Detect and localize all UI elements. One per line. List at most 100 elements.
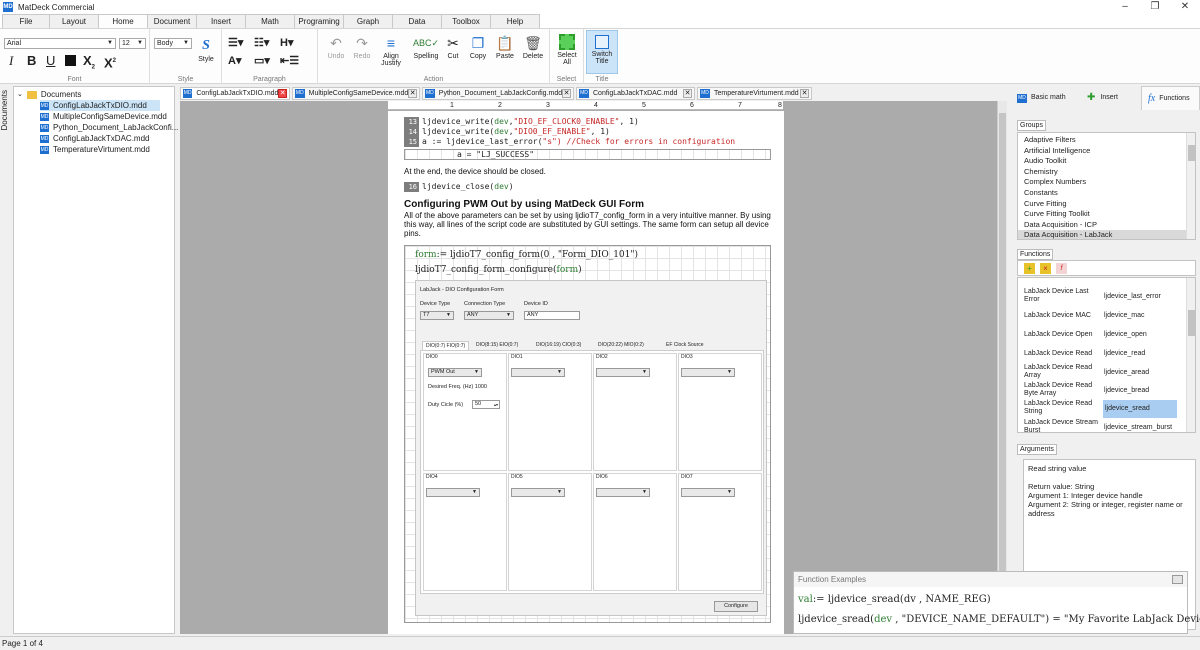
tab-programing[interactable]: Programing — [294, 14, 344, 28]
minimize-icon[interactable]: – — [1110, 0, 1140, 14]
dio0-mode-select[interactable]: PWM Out ▼ — [428, 368, 482, 377]
dio-mode-select[interactable]: ▼ — [681, 368, 735, 377]
font-size-select[interactable]: 12 ▼ — [119, 38, 146, 49]
subscript-icon[interactable]: X2 — [83, 54, 95, 75]
heading-icon[interactable]: H▾ — [280, 36, 293, 50]
math-region[interactable]: form:= ljdioT7_config_form(0 , "Form_DIO… — [404, 245, 771, 623]
tree-file[interactable]: MD TemperatureVirtument.mdd — [40, 144, 150, 155]
close-icon[interactable]: ✕ — [1170, 0, 1200, 14]
scrollbar-thumb[interactable] — [1188, 310, 1195, 336]
dio-mode-select[interactable]: ▼ — [596, 488, 650, 497]
formula-line[interactable]: ljdioT7_config_form_configure(form) — [415, 265, 582, 275]
add-function-icon[interactable]: + — [1024, 263, 1035, 274]
code-line[interactable]: 13 ljdevice_write(dev,"DIO_EF_CLOCK0_ENAB… — [404, 117, 639, 127]
tab-insert-panel[interactable]: ✚ Insert — [1087, 86, 1137, 110]
cut-button[interactable]: ✂ Cut — [442, 35, 464, 60]
panel-toggle-icon[interactable] — [1172, 575, 1183, 584]
group-item[interactable]: Curve Fitting Toolkit — [1024, 209, 1090, 219]
vertical-scrollbar[interactable] — [997, 101, 1007, 634]
groups-list[interactable]: Adaptive Filters Artificial Intelligence… — [1017, 132, 1196, 240]
group-item[interactable]: Artificial Intelligence — [1024, 146, 1090, 156]
code-line[interactable]: 16 ljdevice_close(dev) — [404, 182, 514, 192]
function-name[interactable]: LabJack Device Read Byte Array — [1024, 382, 1104, 398]
group-item[interactable]: Audio Toolkit — [1024, 156, 1066, 166]
tab-data[interactable]: Data — [392, 14, 442, 28]
remove-function-icon[interactable]: × — [1040, 263, 1051, 274]
duty-input[interactable]: 50 ▴▾ — [472, 400, 500, 409]
style-button[interactable]: S Style — [194, 38, 218, 63]
group-item[interactable]: Curve Fitting — [1024, 199, 1067, 209]
switch-title-button[interactable]: Switch Title — [586, 30, 618, 74]
doc-tab[interactable]: MD MultipleConfigSameDevice.mdd ✕ — [292, 87, 420, 100]
tab-home[interactable]: Home — [98, 14, 148, 28]
tree-file[interactable]: MD Python_Document_LabJackConfi... — [40, 122, 178, 133]
function-id[interactable]: ljdevice_bread — [1104, 387, 1149, 395]
close-icon[interactable]: ✕ — [683, 89, 692, 98]
functions-list[interactable]: LabJack Device Last Error ljdevice_last_… — [1017, 277, 1196, 433]
function-id[interactable]: ljdevice_stream_burst — [1104, 424, 1172, 432]
indent-icon[interactable]: ⇤☰ — [280, 54, 299, 68]
superscript-icon[interactable]: X2 — [104, 54, 116, 70]
close-icon[interactable]: ✕ — [278, 89, 287, 98]
underline-icon[interactable]: U — [46, 54, 55, 68]
tree-file[interactable]: MD ConfigLabJackTxDIO.mdd — [40, 100, 160, 111]
tab-graph[interactable]: Graph — [343, 14, 393, 28]
function-id[interactable]: ljdevice_mac — [1104, 312, 1144, 320]
spinner-icon[interactable]: ▴▾ — [494, 401, 498, 408]
select-all-button[interactable]: Select All — [553, 34, 581, 66]
tab-insert[interactable]: Insert — [196, 14, 246, 28]
configure-button[interactable]: Configure — [714, 601, 758, 612]
function-id[interactable]: ljdevice_last_error — [1104, 293, 1161, 301]
paste-button[interactable]: 📋 Paste — [492, 35, 518, 60]
groups-scrollbar[interactable] — [1186, 133, 1195, 239]
tab-math[interactable]: Math — [245, 14, 295, 28]
function-id[interactable]: ljdevice_open — [1104, 331, 1147, 339]
spelling-button[interactable]: ABC✓ Spelling — [412, 35, 440, 60]
document-page[interactable]: 13 ljdevice_write(dev,"DIO_EF_CLOCK0_ENAB… — [388, 111, 784, 634]
group-item-selected[interactable]: Data Acquisition - LabJack — [1018, 230, 1188, 239]
bold-icon[interactable]: B — [27, 54, 36, 68]
font-color-icon[interactable] — [65, 55, 76, 66]
dio-mode-select[interactable]: ▼ — [681, 488, 735, 497]
group-item[interactable]: Adaptive Filters — [1024, 135, 1076, 145]
scrollbar-thumb[interactable] — [1188, 145, 1195, 161]
group-item[interactable]: Constants — [1024, 188, 1058, 198]
documents-sidebar-tab[interactable]: Documents — [0, 86, 12, 634]
undo-button[interactable]: ↶ Undo — [323, 35, 349, 60]
tab-toolbox[interactable]: Toolbox — [441, 14, 491, 28]
form-tab[interactable]: EF Clock Source — [666, 341, 704, 350]
code-line[interactable]: 15 a := ljdevice_last_error("s") //Check … — [404, 137, 735, 147]
doc-tab[interactable]: MD TemperatureVirtument.mdd ✕ — [697, 87, 812, 100]
device-id-input[interactable]: ANY — [524, 311, 580, 320]
function-name[interactable]: LabJack Device Read String — [1024, 400, 1104, 416]
close-icon[interactable]: ✕ — [408, 89, 417, 98]
group-item[interactable]: Chemistry — [1024, 167, 1058, 177]
doc-tab-active[interactable]: MD ConfigLabJackTxDIO.mdd ✕ — [180, 87, 290, 100]
group-item[interactable]: Data Acquisition - ICP — [1024, 220, 1097, 230]
tab-document[interactable]: Document — [147, 14, 197, 28]
result-box[interactable]: a = "LJ_SUCCESS" — [404, 149, 771, 160]
maximize-icon[interactable]: ❐ — [1140, 0, 1170, 14]
doc-tab[interactable]: MD Python_Document_LabJackConfig.mdd ✕ — [422, 87, 574, 100]
function-name[interactable]: LabJack Device MAC — [1024, 312, 1104, 320]
tab-layout[interactable]: Layout — [49, 14, 99, 28]
tab-file[interactable]: File — [2, 14, 50, 28]
numbered-list-icon[interactable]: ☷▾ — [254, 36, 269, 50]
form-tab[interactable]: DIO(16:19) CIO(0:3) — [536, 341, 581, 350]
function-name[interactable]: LabJack Device Stream Burst — [1024, 419, 1104, 432]
example-line[interactable]: val:= ljdevice_sread(dv , NAME_REG) — [798, 594, 991, 605]
text-background-icon[interactable]: A▾ — [228, 54, 241, 68]
style-select[interactable]: Body ▼ — [154, 38, 192, 49]
function-name[interactable]: LabJack Device Read Array — [1024, 364, 1104, 380]
form-tab-active[interactable]: DIO(0:7) FIO(0:7) — [422, 341, 470, 350]
bullet-list-icon[interactable]: ☰▾ — [228, 36, 243, 50]
connection-type-select[interactable]: ANY ▼ — [464, 311, 514, 320]
italic-icon[interactable]: I — [9, 54, 13, 68]
device-type-select[interactable]: T7 ▼ — [420, 311, 454, 320]
delete-button[interactable]: 🗑 Delete — [519, 35, 547, 60]
function-id[interactable]: ljdevice_read — [1104, 350, 1145, 358]
code-line[interactable]: 14 ljdevice_write(dev,"DIO0_EF_ENABLE", 1… — [404, 127, 610, 137]
tab-basic-math[interactable]: MD Basic math — [1017, 86, 1075, 110]
dio-mode-select[interactable]: ▼ — [511, 488, 565, 497]
tree-root[interactable]: ⌄ Documents — [17, 89, 81, 100]
